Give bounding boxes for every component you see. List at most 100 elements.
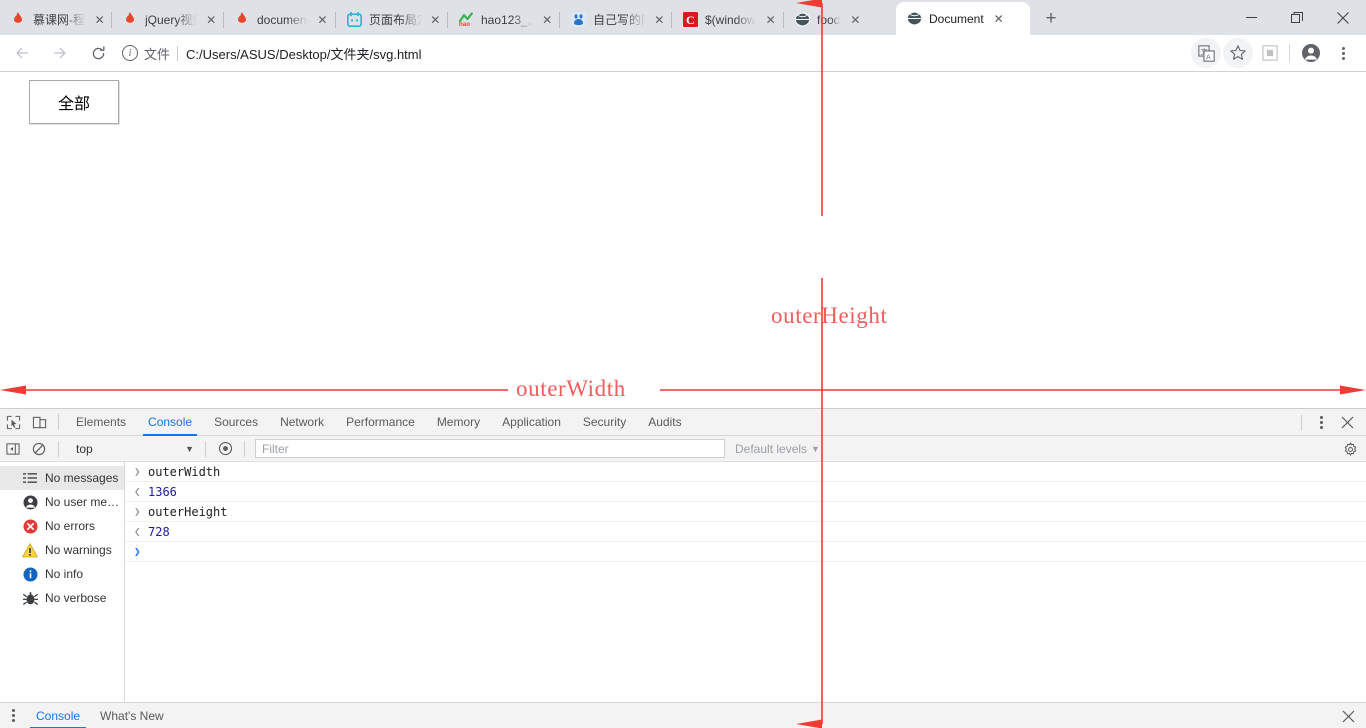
browser-toolbar: i 文件 C:/Users/ASUS/Desktop/文件夹/svg.html …: [0, 35, 1366, 72]
console-filter-placeholder: Filter: [262, 441, 289, 456]
console-result-arrow-icon: ❮: [134, 525, 141, 538]
devtools-toolbar-divider: [58, 414, 59, 430]
svg-text:C: C: [686, 13, 695, 27]
browser-tab[interactable]: 自己写的网 ✕: [560, 4, 672, 35]
maximize-restore-button[interactable]: [1274, 2, 1320, 34]
console-sidebar-item-label: No messages: [45, 471, 119, 485]
devtools-tab-performance[interactable]: Performance: [335, 409, 426, 436]
console-context-select[interactable]: top ▼: [69, 439, 199, 458]
browser-tab[interactable]: 慕课网-程序 ✕: [0, 4, 112, 35]
devtools-tab-sources[interactable]: Sources: [203, 409, 269, 436]
bug-icon: [22, 590, 38, 606]
console-input-arrow-icon: ❯: [134, 465, 141, 478]
tab-close-icon[interactable]: ✕: [989, 9, 1009, 29]
tab-close-icon[interactable]: ✕: [202, 10, 220, 30]
browser-tab-title: 页面布局定: [369, 13, 422, 27]
console-sidebar-item-label: No info: [45, 567, 84, 581]
minimize-button[interactable]: [1228, 2, 1274, 34]
tab-close-icon[interactable]: ✕: [538, 10, 556, 30]
console-body: No messages No user me… No errors No warnin…: [0, 462, 1366, 708]
console-toolbar-divider-1: [58, 440, 59, 457]
tab-close-icon[interactable]: ✕: [845, 10, 865, 30]
flame-icon: [10, 12, 26, 28]
console-sidebar-toggle-icon[interactable]: [0, 436, 26, 462]
info-icon: [22, 566, 38, 582]
extension-icon[interactable]: [1255, 38, 1285, 68]
flame-icon: [234, 12, 250, 28]
inspect-element-icon[interactable]: [0, 409, 26, 435]
console-prompt-row[interactable]: ❯: [125, 542, 1366, 562]
tab-close-icon[interactable]: ✕: [761, 10, 780, 30]
console-toolbar-divider-3: [244, 440, 245, 457]
console-sidebar-item[interactable]: No user me…: [0, 490, 124, 514]
browser-tab[interactable]: 页面布局定 ✕: [336, 4, 448, 35]
back-button[interactable]: [6, 37, 38, 69]
site-info-icon[interactable]: i: [122, 45, 138, 61]
browser-tab[interactable]: food ✕: [784, 4, 896, 35]
browser-tab[interactable]: jQuery视频 ✕: [112, 4, 224, 35]
new-tab-button[interactable]: +: [1036, 3, 1066, 33]
devtools-tab-memory[interactable]: Memory: [426, 409, 491, 436]
drawer-tab[interactable]: What's New: [90, 703, 174, 728]
all-button[interactable]: 全部: [29, 80, 119, 124]
chrome-menu-icon[interactable]: [1328, 38, 1358, 68]
console-output-row: ❮ 1366: [125, 482, 1366, 502]
devtools-tab-security[interactable]: Security: [572, 409, 637, 436]
tab-close-icon[interactable]: ✕: [313, 10, 332, 30]
forward-button[interactable]: [44, 37, 76, 69]
error-icon: [22, 518, 38, 534]
browser-tab-title: 自己写的网: [593, 13, 646, 27]
globe-icon: [906, 11, 922, 27]
translate-icon[interactable]: 文 A: [1191, 38, 1221, 68]
drawer-tab[interactable]: Console: [26, 703, 90, 728]
list-icon: [22, 470, 38, 486]
clear-console-icon[interactable]: [26, 436, 52, 462]
drawer-close-button[interactable]: [1338, 706, 1358, 726]
drawer-more-icon[interactable]: [0, 703, 26, 728]
toolbar-divider: [1289, 44, 1290, 62]
browser-tab[interactable]: C $(window) ✕: [672, 4, 784, 35]
close-window-button[interactable]: [1320, 2, 1366, 34]
reload-icon: [92, 45, 104, 59]
devtools-tab-application[interactable]: Application: [491, 409, 572, 436]
console-sidebar-item[interactable]: No verbose: [0, 586, 124, 610]
tab-close-icon[interactable]: ✕: [91, 10, 108, 30]
live-expression-eye-icon[interactable]: [212, 436, 238, 462]
baidu-icon: [570, 12, 586, 28]
browser-tab[interactable]: hao hao123_上 ✕: [448, 4, 560, 35]
console-sidebar-item[interactable]: No errors: [0, 514, 124, 538]
console-sidebar-item[interactable]: No info: [0, 562, 124, 586]
console-sidebar-item[interactable]: No warnings: [0, 538, 124, 562]
tab-close-icon[interactable]: ✕: [651, 10, 669, 30]
omnibox-url-text[interactable]: C:/Users/ASUS/Desktop/文件夹/svg.html: [186, 44, 422, 63]
devtools-tab-console[interactable]: Console: [137, 409, 203, 436]
profile-avatar-icon[interactable]: [1296, 38, 1326, 68]
console-sidebar-item[interactable]: No messages: [0, 466, 124, 490]
devtools-tab-audits[interactable]: Audits: [637, 409, 692, 436]
console-filter-input[interactable]: Filter: [255, 439, 725, 458]
browser-tab[interactable]: document ✕: [224, 4, 336, 35]
reload-button[interactable]: [82, 37, 114, 69]
hao123-icon: hao: [458, 12, 474, 28]
kebab-dots: [1341, 46, 1345, 60]
console-output[interactable]: ❯ outerWidth ❮ 1366 ❯ outerHeight ❮ 728 ❯: [125, 462, 1366, 708]
browser-tab-title: Document: [929, 11, 984, 26]
console-settings-gear-icon[interactable]: [1340, 439, 1360, 459]
devtools-tab-network[interactable]: Network: [269, 409, 335, 436]
browser-tab-title: 慕课网-程序: [33, 13, 86, 27]
browser-tab-title: $(window): [705, 12, 757, 27]
devtools-more-icon[interactable]: [1308, 410, 1334, 436]
forward-arrow-icon: [53, 47, 66, 59]
browser-tab-active[interactable]: Document ✕: [896, 2, 1030, 35]
devtools-tab-elements[interactable]: Elements: [65, 409, 137, 436]
chevron-down-icon: ▼: [185, 443, 194, 454]
page-viewport: 全部 outerHeight outerWidth: [0, 72, 1366, 408]
device-toolbar-icon[interactable]: [26, 409, 52, 435]
address-bar[interactable]: i 文件 C:/Users/ASUS/Desktop/文件夹/svg.html: [122, 39, 1187, 67]
c-icon: C: [682, 12, 698, 28]
bookmark-star-icon[interactable]: [1223, 38, 1253, 68]
devtools-close-button[interactable]: [1334, 410, 1360, 436]
console-levels-select[interactable]: Default levels ▼: [735, 439, 820, 458]
tab-close-icon[interactable]: ✕: [427, 10, 445, 30]
devtools-tabbar-right: [1295, 409, 1366, 436]
